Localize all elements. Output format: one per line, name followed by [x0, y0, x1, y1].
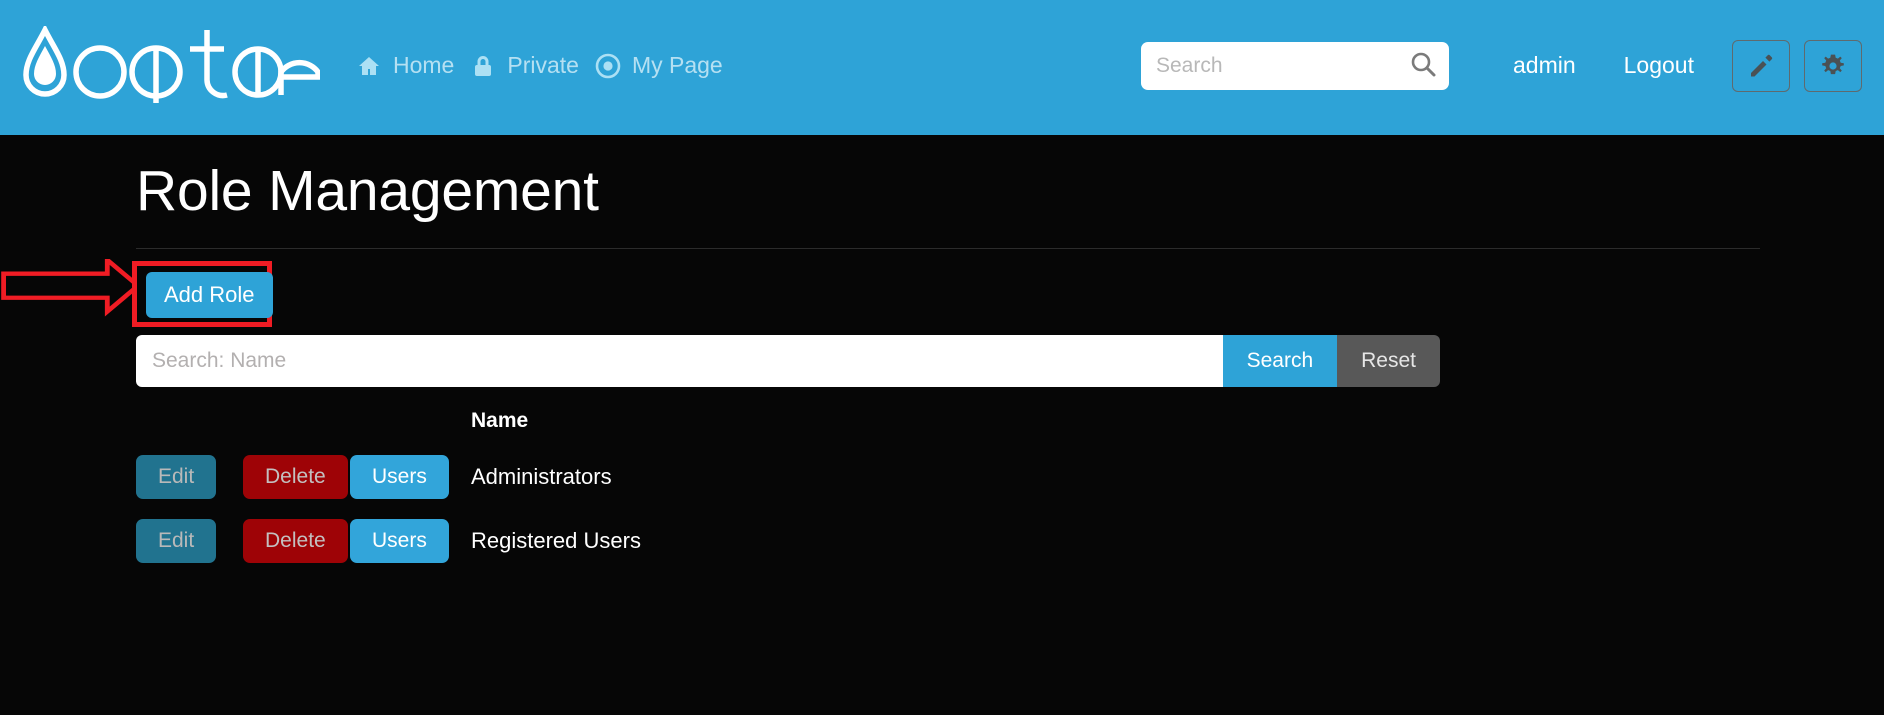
table-row: Edit Delete Users Administrators	[136, 445, 641, 509]
role-users-button[interactable]: Users	[350, 518, 449, 563]
nav-item-private[interactable]: Private	[470, 46, 595, 85]
header-users-col	[350, 409, 457, 445]
water-drop-icon	[22, 25, 68, 104]
nav-item-my-page-label: My Page	[631, 52, 723, 78]
cell-edit: Edit	[136, 445, 243, 509]
brand-wordmark	[72, 25, 320, 105]
cell-role-name: Administrators	[471, 463, 612, 489]
search-icon	[1409, 50, 1437, 81]
home-icon	[356, 53, 382, 79]
settings-button[interactable]	[1804, 39, 1862, 92]
header-search	[1140, 41, 1449, 90]
lock-icon	[470, 53, 496, 79]
nav-item-my-page[interactable]: My Page	[595, 46, 739, 85]
cell-users: Users	[350, 445, 457, 509]
delete-role-button[interactable]: Delete	[243, 454, 348, 499]
role-reset-button[interactable]: Reset	[1337, 334, 1440, 387]
search-submit-button[interactable]	[1405, 48, 1441, 84]
pencil-icon	[1748, 53, 1774, 79]
nav-item-private-label: Private	[507, 52, 579, 78]
cell-delete: Delete	[243, 509, 350, 573]
edit-role-button[interactable]: Edit	[136, 454, 217, 499]
header-edit-col	[136, 409, 243, 445]
annotation-arrow-icon	[1, 258, 136, 317]
header-name-col: Name	[471, 408, 529, 432]
search-input[interactable]	[1140, 41, 1449, 90]
table-row: Edit Delete Users Registered Users	[136, 509, 641, 573]
target-circle-icon	[595, 53, 621, 79]
roles-table: Name Edit Delete Users Administrators Ed…	[136, 409, 641, 573]
primary-navigation: Home Private My Page	[356, 46, 739, 85]
nav-item-home[interactable]: Home	[356, 46, 470, 85]
page-title: Role Management	[136, 159, 599, 223]
cell-role-name: Registered Users	[471, 527, 641, 553]
role-search-input[interactable]	[136, 334, 1223, 387]
gear-icon	[1820, 53, 1846, 79]
table-header-row: Name	[136, 409, 641, 445]
username-link[interactable]: admin	[1489, 52, 1600, 79]
site-header: Home Private My Page Search admin Logout	[0, 0, 1884, 135]
cell-edit: Edit	[136, 509, 243, 573]
brand-logo-link[interactable]	[22, 25, 320, 105]
role-management-module: Add Role Search Reset Name Edit	[0, 257, 1884, 573]
role-filter-bar: Search Reset	[136, 334, 1440, 387]
logout-link[interactable]: Logout	[1600, 52, 1718, 79]
role-users-button[interactable]: Users	[350, 454, 449, 499]
role-search-button[interactable]: Search	[1222, 334, 1338, 387]
add-role-button[interactable]: Add Role	[146, 271, 273, 318]
title-divider	[136, 247, 1760, 249]
delete-role-button[interactable]: Delete	[243, 518, 348, 563]
header-user-area: admin Logout	[1489, 39, 1862, 92]
add-role-row: Add Role	[1, 257, 1884, 331]
edit-page-button[interactable]	[1732, 39, 1790, 92]
header-delete-col	[243, 409, 350, 445]
edit-role-button[interactable]: Edit	[136, 518, 217, 563]
cell-delete: Delete	[243, 445, 350, 509]
main-content: Role Management Add Role Search Reset Na…	[0, 135, 1884, 715]
cell-users: Users	[350, 509, 457, 573]
nav-item-home-label: Home	[393, 52, 455, 78]
